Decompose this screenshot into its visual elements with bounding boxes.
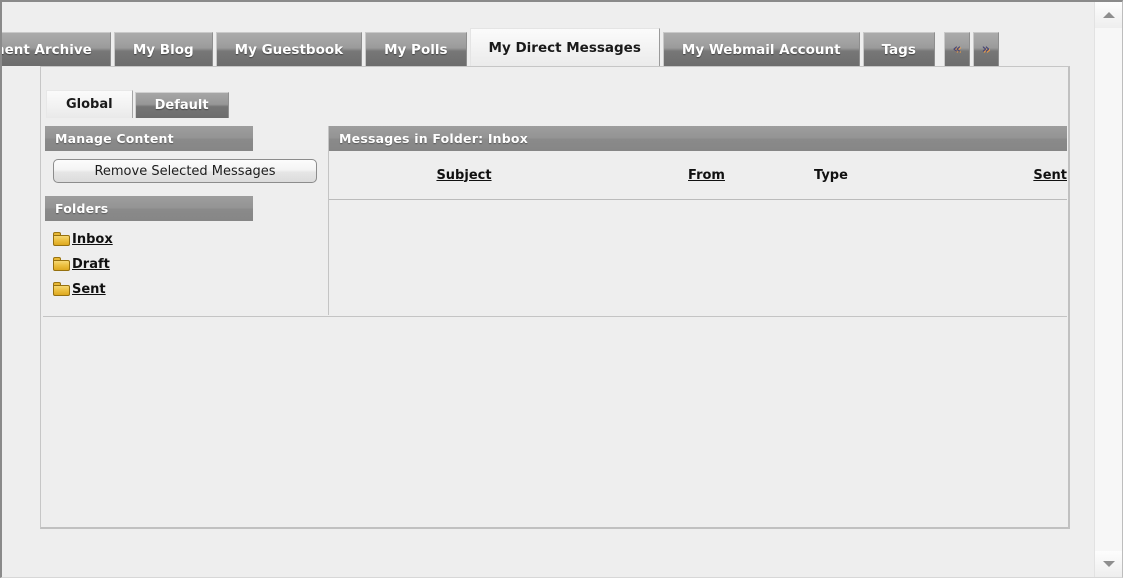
folder-link-label[interactable]: Draft: [72, 257, 110, 272]
column-label-type: Type: [814, 167, 848, 183]
folder-item-draft[interactable]: Draft: [53, 253, 328, 275]
tab-label: My Guestbook: [234, 42, 344, 58]
folders-header: Folders: [45, 196, 253, 221]
tab-label: nent Archive: [2, 42, 92, 58]
messages-table-head: Subject From Type Sent: [329, 151, 1067, 200]
tab-my-direct-messages[interactable]: My Direct Messages: [469, 28, 660, 66]
browser-viewport: nent Archive My Blog My Guestbook My Pol…: [0, 0, 1123, 578]
tab-label: My Webmail Account: [681, 42, 841, 58]
tab-my-polls[interactable]: My Polls: [365, 32, 467, 66]
subtab-label: Global: [66, 97, 113, 112]
manage-content-title: Manage Content: [55, 131, 174, 146]
tab-my-guestbook[interactable]: My Guestbook: [215, 32, 363, 66]
folder-item-sent[interactable]: Sent: [53, 278, 328, 300]
vertical-scrollbar[interactable]: [1094, 2, 1122, 577]
folder-list: Inbox Draft Sent: [43, 221, 328, 300]
column-header-type: Type: [814, 151, 944, 200]
messages-table-header-row: Subject From Type Sent: [329, 151, 1067, 200]
scrollbar-track[interactable]: [1095, 28, 1122, 551]
scroll-up-button[interactable]: [1095, 2, 1122, 28]
page-canvas: nent Archive My Blog My Guestbook My Pol…: [2, 2, 1093, 577]
folder-link-label[interactable]: Sent: [72, 282, 106, 297]
tab-label: My Blog: [132, 42, 194, 58]
two-column-body: Manage Content Remove Selected Messages …: [43, 126, 1067, 315]
folder-icon: [53, 232, 70, 246]
sort-link-from[interactable]: From: [688, 168, 725, 183]
tab-label: Tags: [881, 42, 916, 58]
messages-table: Subject From Type Sent: [329, 151, 1067, 302]
folders-title: Folders: [55, 201, 109, 216]
remove-button-container: Remove Selected Messages: [43, 151, 328, 183]
double-chevron-left-icon: «: [952, 42, 962, 57]
messages-panel: Messages in Folder: Inbox Subject From T…: [329, 126, 1067, 315]
column-header-sent[interactable]: Sent: [944, 151, 1067, 200]
secondary-tab-bar: Global Default: [46, 90, 231, 118]
column-header-subject[interactable]: Subject: [329, 151, 599, 200]
content-panel: Global Default Manage Content Remove Sel…: [40, 66, 1070, 529]
folder-link-label[interactable]: Inbox: [72, 232, 113, 247]
subtab-label: Default: [154, 98, 209, 113]
subtab-global[interactable]: Global: [46, 90, 133, 118]
manage-content-header: Manage Content: [45, 126, 253, 151]
tab-scroll-left-button[interactable]: «: [943, 32, 970, 66]
folder-icon: [53, 257, 70, 271]
folder-icon: [53, 282, 70, 296]
tab-label: My Polls: [384, 42, 448, 58]
scroll-down-button[interactable]: [1095, 551, 1122, 577]
remove-selected-messages-button[interactable]: Remove Selected Messages: [53, 159, 317, 183]
scroll-down-arrow-icon: [1102, 561, 1115, 567]
tab-scroll-right-button[interactable]: »: [972, 32, 999, 66]
messages-folder-title: Messages in Folder: Inbox: [339, 131, 528, 146]
messages-folder-header: Messages in Folder: Inbox: [329, 126, 1067, 151]
tab-label: My Direct Messages: [488, 40, 641, 56]
sort-link-sent[interactable]: Sent: [1033, 168, 1067, 183]
messages-table-body: [329, 200, 1067, 303]
tab-tags[interactable]: Tags: [862, 32, 935, 66]
left-sidebar: Manage Content Remove Selected Messages …: [43, 126, 329, 315]
double-chevron-right-icon: »: [981, 42, 991, 57]
messages-empty-cell: [329, 200, 1067, 303]
sort-link-subject[interactable]: Subject: [436, 168, 491, 183]
primary-tab-bar: nent Archive My Blog My Guestbook My Pol…: [2, 28, 1076, 66]
tab-my-blog[interactable]: My Blog: [113, 32, 213, 66]
tab-nent-archive[interactable]: nent Archive: [2, 32, 111, 66]
tab-my-webmail-account[interactable]: My Webmail Account: [662, 32, 860, 66]
scroll-up-arrow-icon: [1102, 12, 1115, 18]
messages-empty-row: [329, 200, 1067, 303]
folder-item-inbox[interactable]: Inbox: [53, 228, 328, 250]
subtab-default[interactable]: Default: [134, 92, 229, 118]
bottom-empty-region: [43, 316, 1067, 524]
column-header-from[interactable]: From: [599, 151, 814, 200]
